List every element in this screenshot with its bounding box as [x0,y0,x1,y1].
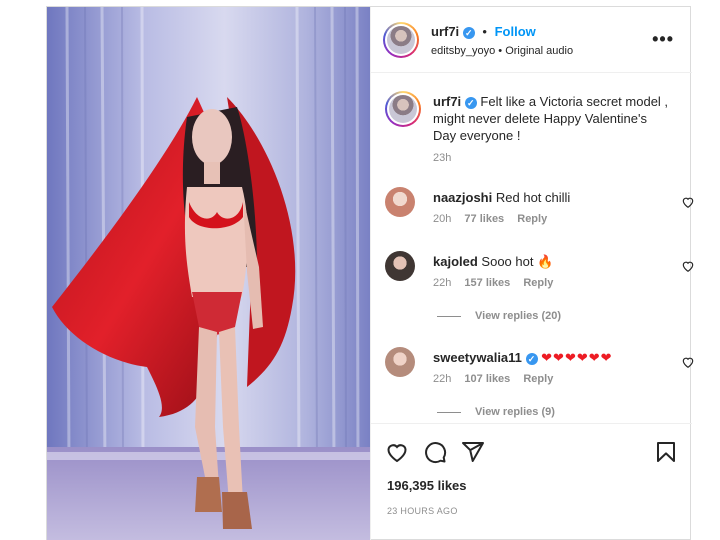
posted-ago: 23 HOURS AGO [387,506,458,516]
caption-username[interactable]: urf7i [433,94,461,109]
comment-meta: 22h 157 likes Reply [433,277,563,289]
audio-label[interactable]: Original audio [505,45,573,57]
comment-likes[interactable]: 107 likes [464,373,510,385]
audio-creator[interactable]: editsby_yoyo [431,45,495,57]
comment-username[interactable]: kajoled [433,254,478,269]
replies-line [437,315,461,317]
post-photo-illustration [47,7,370,540]
comment-username[interactable]: naazjoshi [433,190,492,205]
more-icon[interactable]: ••• [652,29,674,50]
caption-avatar[interactable] [385,91,421,127]
comment-meta: 20h 77 likes Reply [433,213,557,225]
comment-text: Red hot chilli [495,190,571,205]
comment-time: 22h [433,373,452,385]
verified-icon: ✓ [464,96,477,109]
comment-time: 22h [433,277,452,289]
hearts-emoji: ❤❤❤❤❤❤ [541,350,613,365]
view-replies-label: View replies (20) [475,310,562,322]
separator-dot: • [482,24,487,39]
comment-text: Sooo hot 🔥 [481,254,554,269]
comment-likes[interactable]: 77 likes [464,213,504,225]
heart-icon[interactable] [681,195,695,209]
view-replies-label: View replies (9) [475,406,555,418]
caption-text-block: urf7i ✓ Felt like a Victoria secret mode… [433,93,673,167]
reply-button[interactable]: Reply [523,277,553,289]
likes-count[interactable]: 196,395 likes [387,478,467,493]
post-photo[interactable] [47,7,370,540]
caption-time: 23h [433,152,452,164]
commenter-avatar[interactable] [385,251,415,281]
reply-button[interactable]: Reply [523,373,553,385]
bookmark-icon[interactable] [654,440,678,464]
post-header: urf7i ✓ • Follow editsby_yoyo • Original… [371,7,692,73]
heart-icon[interactable] [681,355,695,369]
replies-line [437,411,461,413]
comment-icon[interactable] [423,440,447,464]
comment-username[interactable]: sweetywalia11 [433,350,522,365]
comment-body: sweetywalia11 ✓ ❤❤❤❤❤❤ [433,349,653,366]
comment-body: kajoled Sooo hot 🔥 [433,253,653,270]
heart-icon[interactable] [385,440,409,464]
share-icon[interactable] [461,440,485,464]
comment-likes[interactable]: 157 likes [464,277,510,289]
comment-meta: 22h 107 likes Reply [433,373,563,385]
author-avatar[interactable] [383,22,419,58]
verified-icon: ✓ [525,352,538,365]
commenter-avatar[interactable] [385,187,415,217]
view-replies-button[interactable]: View replies (20) [437,310,561,322]
audio-line: editsby_yoyo • Original audio [431,45,573,57]
comment-time: 20h [433,213,452,225]
comment-body: naazjoshi Red hot chilli [433,189,653,206]
instagram-post: urf7i ✓ • Follow editsby_yoyo • Original… [46,6,694,540]
author-line: urf7i ✓ • Follow [431,24,536,39]
commenter-avatar[interactable] [385,347,415,377]
follow-button[interactable]: Follow [495,24,536,39]
separator-dot: • [498,45,503,57]
heart-icon[interactable] [681,259,695,273]
view-replies-button[interactable]: View replies (9) [437,406,555,418]
action-bar: 196,395 likes 23 HOURS AGO [371,423,692,540]
author-username[interactable]: urf7i [431,24,459,39]
reply-button[interactable]: Reply [517,213,547,225]
verified-icon: ✓ [462,26,475,39]
post-side-panel: urf7i ✓ • Follow editsby_yoyo • Original… [370,7,694,540]
